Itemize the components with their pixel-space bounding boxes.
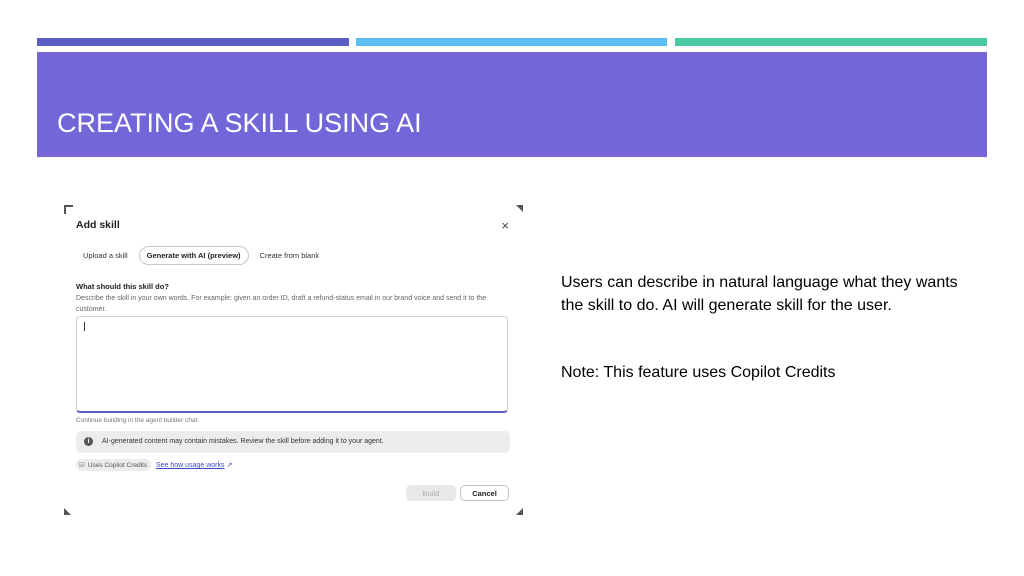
skill-description-input[interactable] bbox=[76, 316, 508, 413]
corner-mark bbox=[516, 508, 523, 515]
feature-description: Users can describe in natural language w… bbox=[561, 274, 958, 314]
close-icon[interactable]: × bbox=[501, 219, 509, 232]
accent-bar-right bbox=[675, 38, 987, 46]
accent-bar-left bbox=[37, 38, 349, 46]
skill-source-tabs: Upload a skill Generate with AI (preview… bbox=[76, 246, 326, 265]
title-banner: CREATING A SKILL USING AI bbox=[37, 52, 987, 157]
tab-upload-skill[interactable]: Upload a skill bbox=[76, 247, 135, 264]
slide-title: CREATING A SKILL USING AI bbox=[57, 108, 422, 138]
external-link-icon: ↗ bbox=[226, 462, 233, 469]
build-button[interactable]: Build bbox=[406, 485, 456, 501]
corner-mark bbox=[64, 508, 71, 515]
info-icon: i bbox=[84, 437, 93, 446]
corner-mark bbox=[516, 205, 523, 212]
accent-bar-middle bbox=[356, 38, 667, 46]
cancel-button[interactable]: Cancel bbox=[460, 485, 509, 501]
copilot-credits-chip: ⛁ Uses Copilot Credits bbox=[76, 459, 152, 471]
credits-note: Note: This feature uses Copilot Credits bbox=[561, 364, 836, 381]
dialog-title: Add skill bbox=[76, 219, 120, 231]
database-icon: ⛁ bbox=[79, 462, 85, 469]
builder-chat-hint: Continue building in the agent builder c… bbox=[76, 417, 200, 424]
usage-link-label[interactable]: See how usage works bbox=[156, 462, 224, 469]
text-caret bbox=[84, 322, 85, 331]
tab-create-from-blank[interactable]: Create from blank bbox=[253, 247, 327, 264]
ai-disclaimer-text: AI-generated content may contain mistake… bbox=[102, 438, 384, 445]
tab-generate-with-ai[interactable]: Generate with AI (preview) bbox=[138, 246, 249, 265]
skill-question-label: What should this skill do? bbox=[76, 282, 169, 291]
add-skill-dialog-screenshot: Add skill × Upload a skill Generate with… bbox=[64, 205, 523, 515]
ai-disclaimer-banner: i AI-generated content may contain mista… bbox=[76, 431, 510, 453]
credits-chip-label: Uses Copilot Credits bbox=[87, 461, 148, 469]
usage-info-link[interactable]: See how usage works ↗ bbox=[156, 461, 232, 469]
corner-mark bbox=[64, 205, 73, 214]
skill-question-help: Describe the skill in your own words. Fo… bbox=[76, 295, 487, 313]
